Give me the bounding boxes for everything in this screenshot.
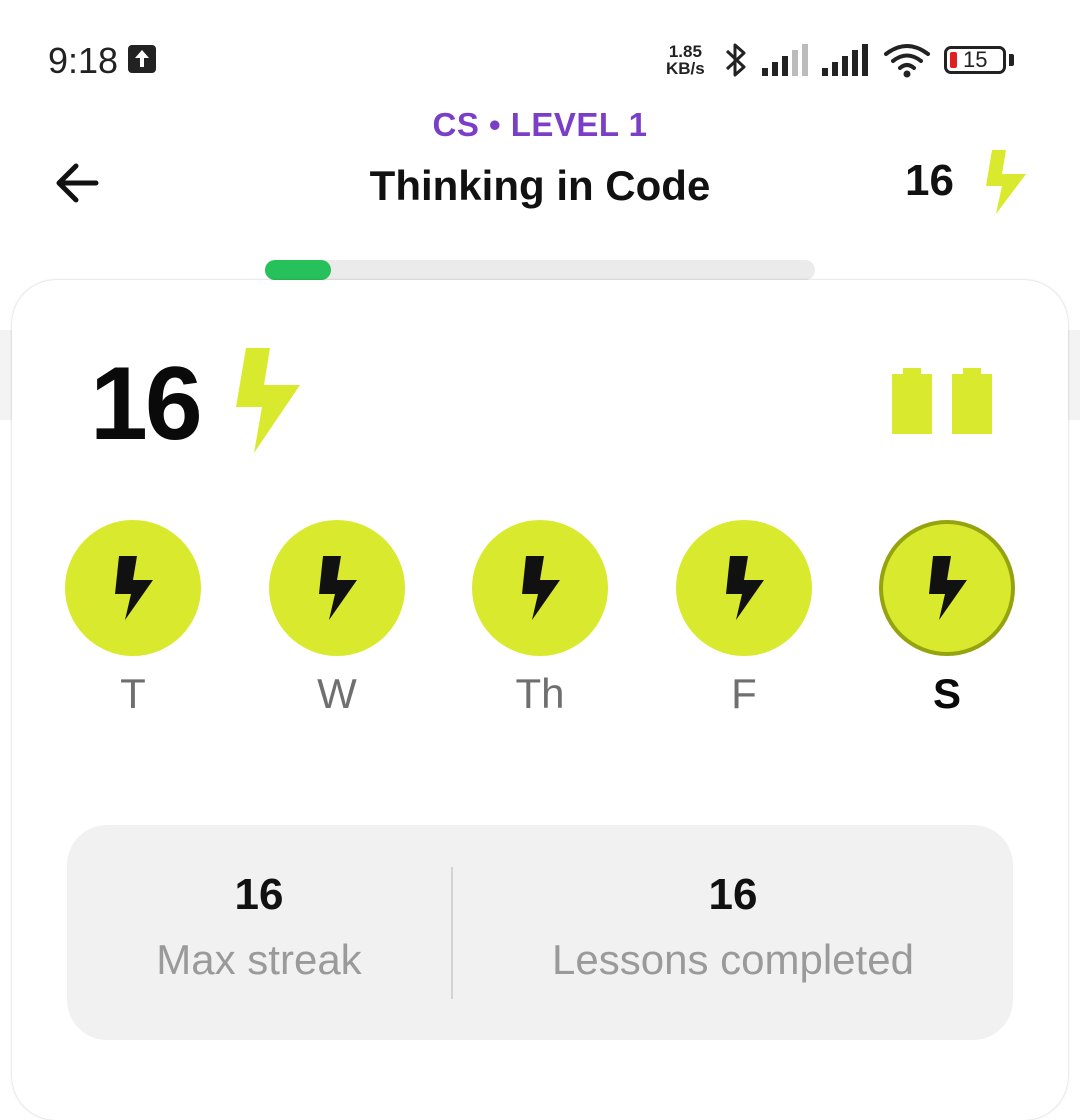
bolt-icon	[319, 556, 357, 620]
day-circle	[269, 520, 405, 656]
battery-icon: 15	[944, 46, 1006, 74]
upload-icon	[128, 45, 156, 73]
battery-tip	[1009, 54, 1014, 66]
max-streak-label: Max streak	[156, 936, 362, 983]
backdrop-edge	[0, 330, 12, 420]
day-label-today: S	[932, 670, 961, 717]
bolt-icon	[986, 150, 1026, 214]
bolt-icon	[929, 556, 967, 620]
lessons-completed-value: 16	[708, 870, 758, 919]
day-circle	[676, 520, 812, 656]
day-circle	[65, 520, 201, 656]
lessons-completed-label: Lessons completed	[552, 936, 914, 983]
day-label: T	[120, 670, 146, 717]
course-level-tag: CS • LEVEL 1	[432, 106, 648, 143]
streak-day: Th	[472, 520, 608, 720]
signal-icon	[762, 44, 808, 76]
streak-freeze-icon	[892, 368, 932, 434]
lessons-completed-stat: 16 Lessons completed	[453, 870, 1013, 984]
streak-freeze-icon	[952, 368, 992, 434]
network-speed-value: 1.85	[668, 42, 702, 61]
lesson-progress-fill	[265, 260, 331, 280]
network-speed: 1.85 KB/s	[666, 43, 705, 77]
streak-day-today: S	[879, 520, 1015, 720]
stats-panel: 16 Max streak 16 Lessons completed	[67, 825, 1013, 1040]
bolt-icon	[522, 556, 560, 620]
max-streak-value: 16	[234, 870, 284, 919]
day-circle	[472, 520, 608, 656]
day-label: W	[317, 670, 357, 717]
streak-day: T	[65, 520, 201, 720]
signal-icon	[822, 44, 868, 76]
max-streak-stat: 16 Max streak	[67, 870, 451, 984]
lesson-progress-bar	[265, 260, 815, 280]
streak-count: 16	[90, 346, 203, 462]
streak-day: F	[676, 520, 812, 720]
bluetooth-icon	[725, 43, 746, 77]
backdrop-edge	[1068, 330, 1080, 420]
day-label: Th	[515, 670, 565, 717]
battery-level: 15	[963, 47, 988, 72]
day-circle-today	[879, 520, 1015, 656]
status-time: 9:18	[48, 40, 119, 81]
bolt-icon	[115, 556, 153, 620]
energy-count: 16	[905, 156, 954, 205]
network-speed-unit: KB/s	[666, 59, 705, 78]
bolt-icon	[236, 348, 300, 453]
streak-day: W	[269, 520, 405, 720]
bolt-icon	[726, 556, 764, 620]
battery-fill	[950, 52, 957, 68]
day-label: F	[731, 670, 757, 717]
wifi-icon	[884, 44, 930, 78]
